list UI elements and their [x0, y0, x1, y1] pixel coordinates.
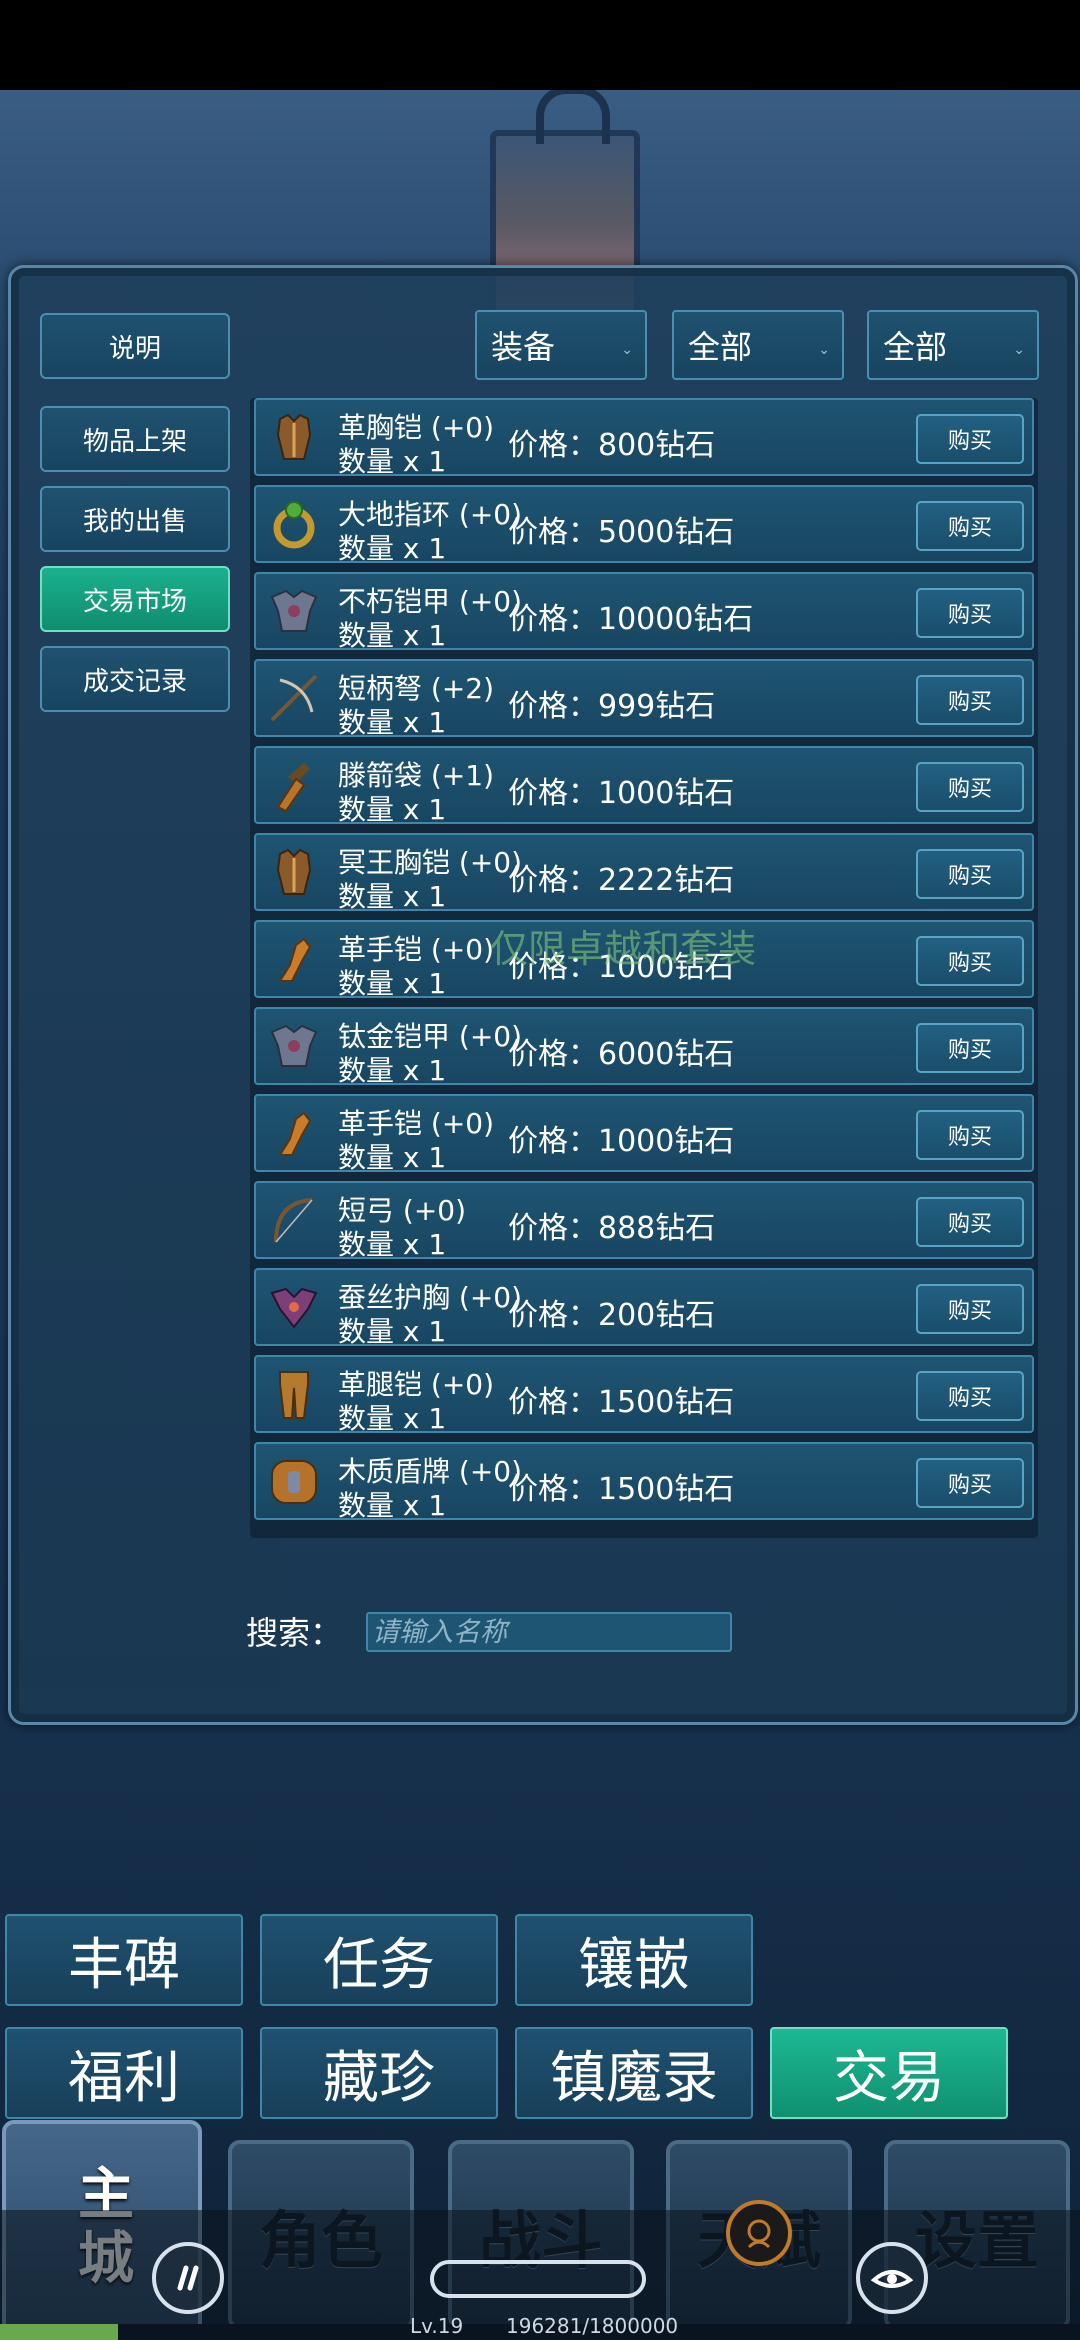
avatar-icon[interactable] — [726, 2200, 792, 2266]
item-price: 价格：1500钻石 — [508, 1385, 735, 1420]
list-item: 不朽铠甲 (+0) 数量 x 1 价格：10000钻石 购买 — [254, 572, 1034, 652]
buy-button[interactable]: 购买 — [916, 762, 1024, 812]
buy-button[interactable]: 购买 — [916, 1284, 1024, 1334]
dropdown-value: 装备 — [491, 328, 556, 366]
list-item: 革腿铠 (+0) 数量 x 1 价格：1500钻石 购买 — [254, 1355, 1034, 1435]
item-quantity: 数量 x 1 — [338, 967, 447, 1000]
chevron-down-icon: ⌄ — [1013, 342, 1025, 358]
chest-armor-icon — [266, 844, 322, 900]
item-quantity: 数量 x 1 — [338, 445, 447, 478]
gauntlet-icon — [266, 931, 322, 987]
item-quantity: 数量 x 1 — [338, 1315, 447, 1348]
list-item: 木质盾牌 (+0) 数量 x 1 价格：1500钻石 购买 — [254, 1442, 1034, 1522]
list-item: 大地指环 (+0) 数量 x 1 价格：5000钻石 购买 — [254, 485, 1034, 565]
menu-quest-button[interactable]: 任务 — [260, 1914, 498, 2006]
experience-bar-fill — [0, 2324, 118, 2340]
list-item: 革手铠 (+0) 数量 x 1 价格：1000钻石 购买 — [254, 1094, 1034, 1174]
buy-button[interactable]: 购买 — [916, 1197, 1024, 1247]
buy-button[interactable]: 购买 — [916, 1023, 1024, 1073]
buy-button[interactable]: 购买 — [916, 675, 1024, 725]
filter-grade-dropdown[interactable]: 全部 ⌄ — [867, 310, 1039, 380]
item-price: 价格：1500钻石 — [508, 1472, 735, 1507]
item-price: 价格：1000钻石 — [508, 1124, 735, 1159]
search-input[interactable] — [366, 1612, 732, 1652]
player-level: Lv.19 — [410, 2314, 464, 2338]
item-price: 价格：1000钻石 — [508, 776, 735, 811]
side-menu-history[interactable]: 成交记录 — [40, 646, 230, 712]
buy-button[interactable]: 购买 — [916, 849, 1024, 899]
item-price: 价格：800钻石 — [508, 428, 716, 463]
gauntlet-icon — [266, 1105, 322, 1161]
side-menu-list-item[interactable]: 物品上架 — [40, 406, 230, 472]
home-indicator-pill[interactable] — [430, 2260, 646, 2298]
bow-icon — [266, 1192, 322, 1248]
buy-button[interactable]: 购买 — [916, 414, 1024, 464]
filter-type-dropdown[interactable]: 装备 ⌄ — [475, 310, 647, 380]
list-item: 钛金铠甲 (+0) 数量 x 1 价格：6000钻石 购买 — [254, 1007, 1034, 1087]
item-quantity: 数量 x 1 — [338, 619, 447, 652]
search-label: 搜索： — [246, 1614, 343, 1652]
crossbow-icon — [266, 670, 322, 726]
item-price: 价格：5000钻石 — [508, 515, 735, 550]
item-price: 价格：888钻石 — [508, 1211, 716, 1246]
buy-button[interactable]: 购买 — [916, 588, 1024, 638]
list-item: 革胸铠 (+0) 数量 x 1 价格：800钻石 购买 — [254, 398, 1034, 478]
dropdown-value: 全部 — [688, 328, 753, 366]
chest-armor-icon — [266, 409, 322, 465]
dropdown-value: 全部 — [883, 328, 948, 366]
experience-value: 196281/1800000 — [506, 2314, 679, 2338]
list-item: 滕箭袋 (+1) 数量 x 1 价格：1000钻石 购买 — [254, 746, 1034, 826]
quiver-icon — [266, 757, 322, 813]
item-quantity: 数量 x 1 — [338, 1402, 447, 1435]
menu-monument-button[interactable]: 丰碑 — [5, 1914, 243, 2006]
side-menu-market[interactable]: 交易市场 — [40, 566, 230, 632]
side-menu-instructions[interactable]: 说明 — [40, 313, 230, 379]
item-price: 价格：200钻石 — [508, 1298, 716, 1333]
list-item: 短柄弩 (+2) 数量 x 1 价格：999钻石 购买 — [254, 659, 1034, 739]
menu-inlay-button[interactable]: 镶嵌 — [515, 1914, 753, 2006]
buy-button[interactable]: 购买 — [916, 1458, 1024, 1508]
menu-trade-button[interactable]: 交易 — [770, 2027, 1008, 2119]
menu-demon-record-button[interactable]: 镇魔录 — [515, 2027, 753, 2119]
item-quantity: 数量 x 1 — [338, 532, 447, 565]
list-item: 蚕丝护胸 (+0) 数量 x 1 价格：200钻石 购买 — [254, 1268, 1034, 1348]
filter-category-dropdown[interactable]: 全部 ⌄ — [672, 310, 844, 380]
eye-icon[interactable] — [856, 2242, 928, 2314]
pause-icon[interactable] — [152, 2242, 224, 2314]
chevron-down-icon: ⌄ — [818, 342, 830, 358]
item-quantity: 数量 x 1 — [338, 1228, 447, 1261]
item-quantity: 数量 x 1 — [338, 1141, 447, 1174]
leg-armor-icon — [266, 1366, 322, 1422]
item-price: 价格：6000钻石 — [508, 1037, 735, 1072]
ring-icon — [266, 496, 322, 552]
watermark-text: 仅限卓越和套装 — [490, 927, 757, 971]
item-quantity: 数量 x 1 — [338, 706, 447, 739]
item-price: 价格：10000钻石 — [508, 602, 754, 637]
buy-button[interactable]: 购买 — [916, 936, 1024, 986]
item-quantity: 数量 x 1 — [338, 1489, 447, 1522]
chevron-down-icon: ⌄ — [621, 342, 633, 358]
item-price: 价格：999钻石 — [508, 689, 716, 724]
shield-icon — [266, 1453, 322, 1509]
item-quantity: 数量 x 1 — [338, 793, 447, 826]
buy-button[interactable]: 购买 — [916, 1110, 1024, 1160]
status-bar — [0, 0, 1080, 90]
list-item: 冥王胸铠 (+0) 数量 x 1 价格：2222钻石 购买 — [254, 833, 1034, 913]
buy-button[interactable]: 购买 — [916, 501, 1024, 551]
plate-armor-icon — [266, 1018, 322, 1074]
chest-guard-icon — [266, 1279, 322, 1335]
menu-treasure-button[interactable]: 藏珍 — [260, 2027, 498, 2119]
menu-welfare-button[interactable]: 福利 — [5, 2027, 243, 2119]
item-price: 价格：2222钻石 — [508, 863, 735, 898]
side-menu-my-sales[interactable]: 我的出售 — [40, 486, 230, 552]
plate-armor-icon — [266, 583, 322, 639]
list-item: 短弓 (+0) 数量 x 1 价格：888钻石 购买 — [254, 1181, 1034, 1261]
item-quantity: 数量 x 1 — [338, 880, 447, 913]
buy-button[interactable]: 购买 — [916, 1371, 1024, 1421]
item-quantity: 数量 x 1 — [338, 1054, 447, 1087]
